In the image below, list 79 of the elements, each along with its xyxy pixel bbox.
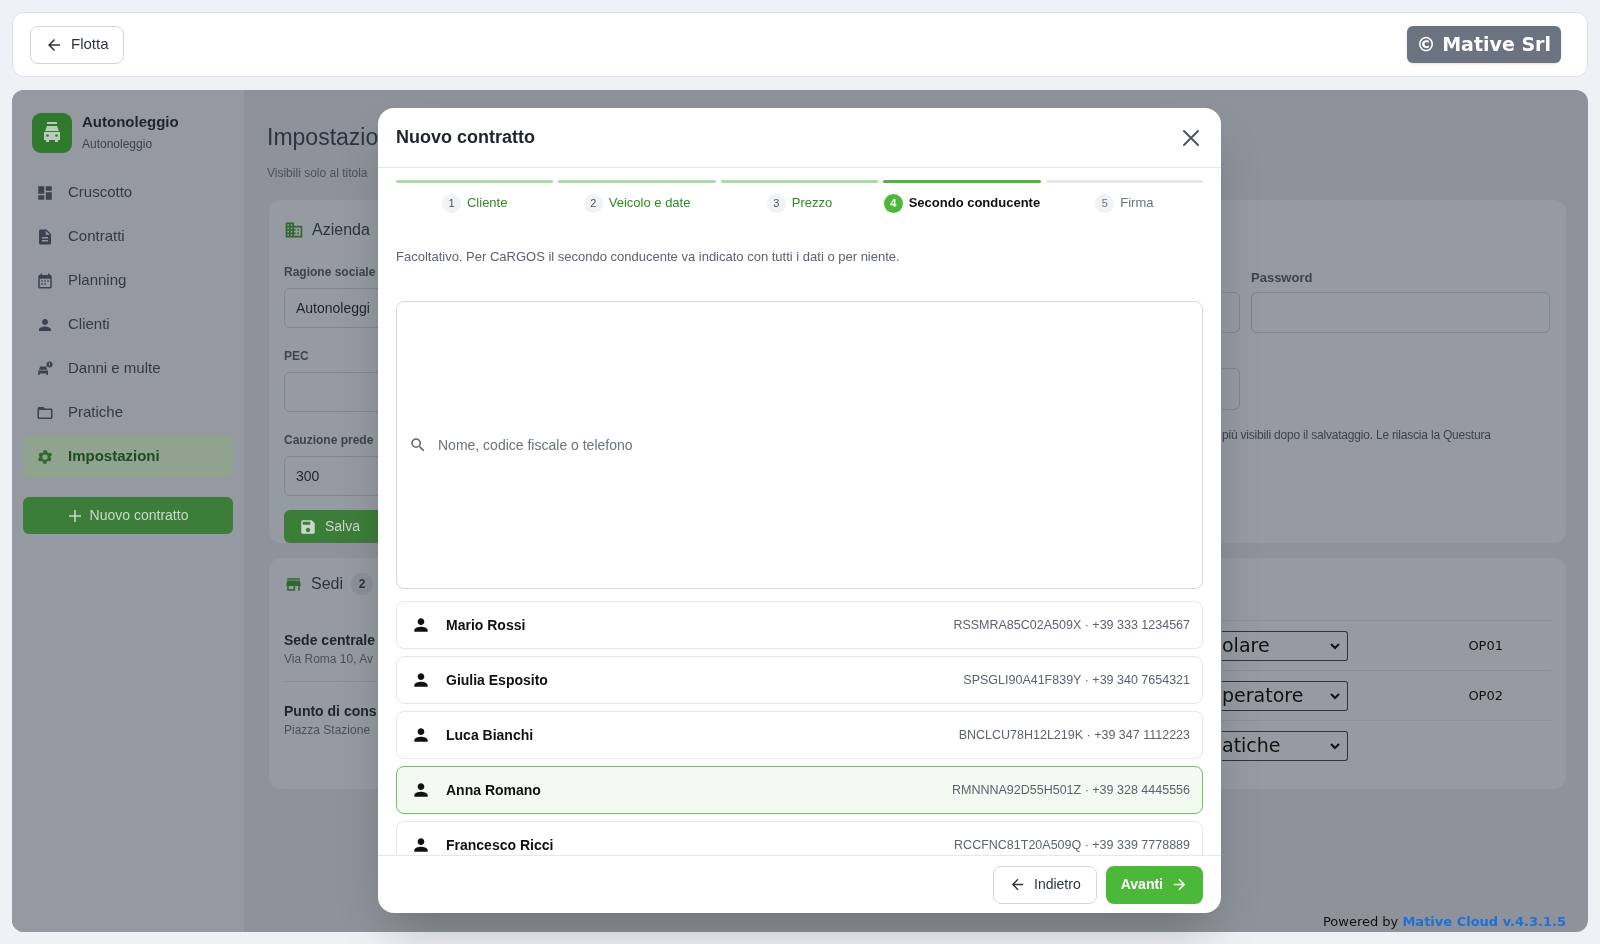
back-button[interactable]: Indietro <box>993 865 1097 904</box>
document-icon <box>36 227 54 246</box>
field-label: PEC <box>284 348 310 364</box>
footer-text: Powered by <box>1322 913 1399 929</box>
customer-name: Anna Romano <box>446 780 542 800</box>
field-label: Ragione sociale <box>284 264 377 280</box>
save-button[interactable]: Salva <box>284 510 380 543</box>
arrow-right-icon <box>1171 876 1188 893</box>
close-icon[interactable] <box>1181 127 1201 148</box>
step-label[interactable]: Veicolo e date <box>608 193 691 213</box>
plus-icon <box>67 508 82 523</box>
role-select[interactable]: peratore <box>1222 680 1348 711</box>
step-label[interactable]: Secondo conducente <box>908 193 1041 213</box>
customer-row[interactable]: Mario Rossi RSSMRA85C02A509X · +39 333 1234567 <box>396 601 1203 649</box>
customer-details: BNCLCU78H12L219K · +39 347 1112223 <box>958 726 1190 744</box>
car-alert-icon <box>36 359 54 378</box>
customer-details: RCCFNC81T20A509Q · +39 339 7778889 <box>954 836 1190 854</box>
step-label[interactable]: Cliente <box>466 193 508 213</box>
app-name: Autonoleggio <box>82 112 179 132</box>
location-address: Via Roma 10, Av <box>284 651 374 667</box>
role-select[interactable]: olare <box>1222 630 1348 661</box>
field-label: Password <box>1251 270 1314 286</box>
location-name: Punto di cons <box>284 702 378 721</box>
calendar-icon <box>36 271 54 290</box>
modal-title: Nuovo contratto <box>396 126 535 149</box>
arrow-left-icon <box>1009 876 1026 893</box>
location-name: Sede centrale <box>284 631 377 650</box>
nav-item[interactable]: Impostazioni <box>23 435 233 478</box>
operator-code: OP02 <box>1468 686 1503 705</box>
nav-item[interactable]: Clienti <box>23 303 233 346</box>
input-field[interactable] <box>1222 292 1240 333</box>
new-contract-button[interactable]: Nuovo contratto <box>23 497 233 534</box>
dashboard-icon <box>36 183 54 202</box>
info-text: Facoltativo. Per CaRGOS il secondo conducente va indicato con tutti i dati o per niente. <box>395 249 901 265</box>
copyright-badge: © Mative Srl <box>1406 26 1561 63</box>
page-title: Impostazio <box>267 123 380 152</box>
customer-name: Giulia Esposito <box>446 670 549 690</box>
input-field[interactable] <box>1222 368 1240 410</box>
nav-item[interactable]: Contratti <box>23 215 233 258</box>
card-title: Sedi <box>311 574 344 594</box>
customer-row[interactable]: Anna Romano RMNNNA92D55H501Z · +39 328 4445556 <box>396 766 1203 814</box>
step-label[interactable]: Firma <box>1120 193 1154 213</box>
customer-row[interactable]: Luca Bianchi BNCLCU78H12L219K · +39 347 1112223 <box>396 711 1203 759</box>
customer-details: SPSGLI90A41F839Y · +39 340 7654321 <box>963 671 1190 689</box>
nav-item[interactable]: Pratiche <box>23 391 233 434</box>
role-select[interactable]: atiche <box>1222 730 1348 761</box>
back-button[interactable]: Flotta <box>30 25 124 64</box>
settings-icon <box>36 447 54 466</box>
operator-code: OP01 <box>1468 636 1503 655</box>
step-number: 3 <box>766 193 786 213</box>
field-label: Cauzione prede <box>284 432 375 448</box>
step-label[interactable]: Prezzo <box>791 193 833 213</box>
customer-name: Francesco Ricci <box>446 835 555 855</box>
step-number: 5 <box>1095 193 1115 213</box>
card-title: Azienda <box>312 220 370 240</box>
nav-item[interactable]: Cruscotto <box>23 171 233 214</box>
page-subtitle: Visibili solo al titola <box>267 165 369 181</box>
location-address: Piazza Stazione <box>284 722 372 738</box>
app-subtitle: Autonoleggio <box>82 136 154 153</box>
nav-item[interactable]: Danni e multe <box>23 347 233 390</box>
next-button[interactable]: Avanti <box>1105 865 1203 904</box>
save-icon <box>299 517 317 536</box>
help-text: più visibili dopo il salvataggio. Le rilascia la Questura <box>1222 427 1492 444</box>
search-icon <box>409 436 427 454</box>
customer-row[interactable]: Giulia Esposito SPSGLI90A41F839Y · +39 340 7654321 <box>396 656 1203 704</box>
step-number: 1 <box>441 193 461 213</box>
password-field[interactable] <box>1251 292 1550 333</box>
customer-details: RSSMRA85C02A509X · +39 333 1234567 <box>953 616 1190 634</box>
step-number: 4 <box>883 193 903 213</box>
nav-item[interactable]: Planning <box>23 259 233 302</box>
search-field[interactable]: Nome, codice fiscale o telefono <box>396 301 1203 589</box>
car-logo-icon <box>32 113 72 153</box>
count-badge: 2 <box>351 573 374 595</box>
customer-details: RMNNNA92D55H501Z · +39 328 4445556 <box>952 781 1190 799</box>
customer-row[interactable]: Francesco Ricci RCCFNC81T20A509Q · +39 339 7778889 <box>396 821 1203 855</box>
customer-name: Mario Rossi <box>446 615 527 635</box>
customer-name: Luca Bianchi <box>446 725 535 745</box>
step-number: 2 <box>583 193 603 213</box>
building-icon <box>284 220 304 240</box>
